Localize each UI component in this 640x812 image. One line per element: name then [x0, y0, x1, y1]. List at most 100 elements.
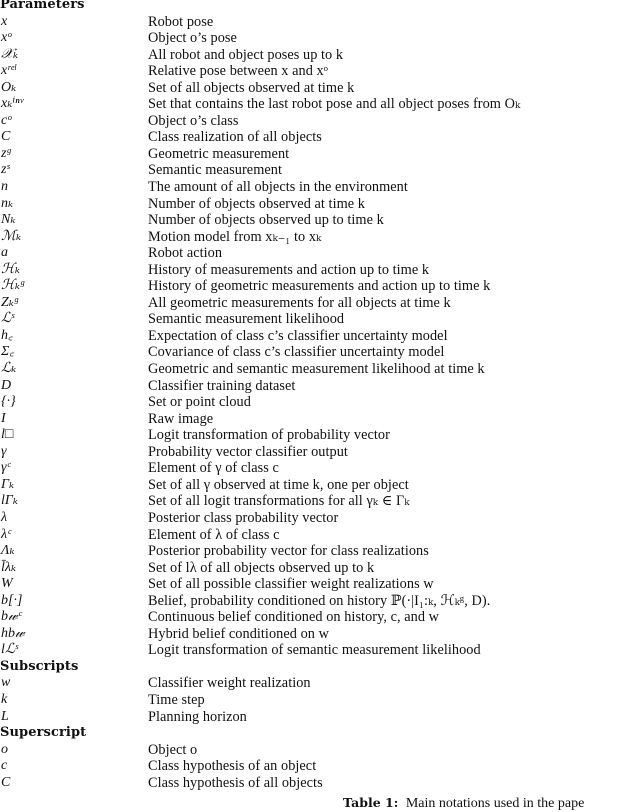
notation-symbol: D	[1, 377, 12, 393]
section-heading-superscript: Superscript	[0, 725, 87, 741]
notation-row: zᵍ Geometric measurement	[0, 146, 640, 163]
notation-description: Class hypothesis of an object	[148, 758, 317, 775]
notation-row: w Classifier weight realization	[0, 675, 640, 692]
notation-row: a Robot action	[0, 245, 640, 262]
notation-row: l̄λₖ Set of lλ of all objects observed up…	[0, 560, 640, 577]
notation-description: Number of objects observed up to time k	[148, 212, 384, 229]
notation-description: Object o’s class	[148, 112, 239, 129]
notation-description: Geometric and semantic measurement likel…	[148, 361, 485, 378]
notation-symbol: ℒˢ	[1, 311, 15, 327]
caption-text: Main notations used in the pape	[405, 796, 585, 811]
notation-description: Geometric measurement	[148, 145, 290, 162]
notation-symbol: xᵒ	[1, 30, 12, 46]
notation-row: ℒˢ Semantic measurement likelihood	[0, 311, 640, 328]
notation-symbol: zᵍ	[1, 145, 11, 161]
notation-description: Object o’s pose	[148, 30, 237, 47]
notation-row: hb𝓌 Hybrid belief conditioned on w	[0, 626, 640, 643]
notation-row: xᵒ Object o’s pose	[0, 30, 640, 47]
notation-description: Relative pose between x and xᵒ	[148, 63, 328, 80]
notation-symbol: cᵒ	[1, 112, 12, 128]
notation-row: zˢ Semantic measurement	[0, 162, 640, 179]
notation-symbol: xʳᵉˡ	[1, 63, 16, 79]
notation-symbol: γ	[1, 443, 7, 459]
notation-row: nₖ Number of objects observed at time k	[0, 196, 640, 213]
notation-row: x Robot pose	[0, 14, 640, 31]
notation-description: Posterior class probability vector	[148, 509, 339, 526]
notation-symbol: λᶜ	[1, 526, 11, 542]
notation-description: All robot and object poses up to k	[148, 46, 344, 63]
notation-symbol: L	[1, 708, 9, 724]
notation-symbol: C	[1, 129, 11, 145]
notation-symbol: Λₖ	[1, 543, 15, 559]
notation-description: Belief, probability conditioned on histo…	[148, 592, 491, 609]
notation-description: Element of γ of class c	[148, 460, 279, 477]
notation-table: Parameters x Robot pose xᵒ Object o’s pose 𝒳ₖ…	[0, 0, 640, 791]
notation-symbol: ℳₖ	[1, 228, 22, 244]
notation-symbol: n	[1, 179, 8, 195]
notation-description: Number of objects observed at time k	[148, 195, 365, 212]
notation-row: Γₖ Set of all γ observed at time k, one p…	[0, 477, 640, 494]
notation-row: C Class realization of all objects	[0, 129, 640, 146]
notation-description: Robot pose	[148, 13, 214, 30]
notation-row: n The amount of all objects in the enviro…	[0, 179, 640, 196]
notation-symbol: Nₖ	[1, 212, 16, 228]
notation-symbol: x	[1, 13, 8, 29]
notation-row: Σ꜀ Covariance of class c’s classifier unc…	[0, 344, 640, 361]
notation-row: cᵒ Object o’s class	[0, 113, 640, 130]
notation-symbol: l□	[1, 427, 14, 443]
notation-symbol: Σ꜀	[1, 344, 15, 360]
notation-symbol: lℒˢ	[1, 642, 18, 658]
notation-description: Time step	[148, 691, 205, 708]
notation-description: Set or point cloud	[148, 394, 251, 411]
notation-description: Logit transformation of semantic measure…	[148, 642, 481, 659]
notation-row: ℒₖ Geometric and semantic measurement lik…	[0, 361, 640, 378]
notation-symbol: Zₖᵍ	[1, 294, 18, 310]
notation-row: γᶜ Element of γ of class c	[0, 460, 640, 477]
notation-row: W Set of all possible classifier weight r…	[0, 576, 640, 593]
notation-description: Semantic measurement	[148, 162, 282, 179]
notation-description: Object o	[148, 741, 198, 758]
notation-symbol: zˢ	[1, 162, 10, 178]
notation-row: I Raw image	[0, 411, 640, 428]
notation-symbol: xₖⁱⁿᵛ	[1, 96, 24, 112]
section-heading-subscripts: Subscripts	[0, 658, 79, 674]
notation-description: Set of all logit transformations for all…	[148, 493, 410, 510]
notation-row: Zₖᵍ All geometric measurements for all ob…	[0, 295, 640, 312]
notation-symbol: W	[1, 576, 13, 592]
notation-description: Set of lλ of all objects observed up to …	[148, 559, 375, 576]
notation-symbol: C	[1, 774, 11, 790]
notation-description: Robot action	[148, 245, 223, 262]
notation-symbol: b𝓌ᶜ	[1, 609, 22, 625]
notation-description: Probability vector classifier output	[148, 443, 348, 460]
notation-symbol: I	[1, 410, 6, 426]
notation-row: Λₖ Posterior probability vector for class…	[0, 543, 640, 560]
notation-symbol: w	[1, 675, 11, 691]
notation-symbol: ℋₖ	[1, 261, 20, 277]
notation-row: {·} Set or point cloud	[0, 394, 640, 411]
notation-description: Expectation of class c’s classifier unce…	[148, 327, 448, 344]
notation-row: γ Probability vector classifier output	[0, 444, 640, 461]
notation-description: Set of all objects observed at time k	[148, 79, 355, 96]
notation-row: l□ Logit transformation of probability ve…	[0, 427, 640, 444]
notation-description: Element of λ of class c	[148, 526, 280, 543]
notation-symbol: 𝒳ₖ	[1, 46, 19, 62]
notation-description: Logit transformation of probability vect…	[148, 427, 390, 444]
notation-symbol: Oₖ	[1, 79, 17, 95]
notation-description: Semantic measurement likelihood	[148, 311, 345, 328]
notation-symbol: o	[1, 741, 8, 757]
notation-symbol: h꜀	[1, 327, 13, 343]
notation-description: Continuous belief conditioned on history…	[148, 609, 440, 626]
notation-row: λᶜ Element of λ of class c	[0, 527, 640, 544]
notation-row: k Time step	[0, 692, 640, 709]
notation-description: Set of all possible classifier weight re…	[148, 576, 434, 593]
table-caption: Table 1: Main notations used in the pape	[343, 795, 584, 812]
notation-symbol: ℒₖ	[1, 361, 17, 377]
notation-symbol: l̄λₖ	[1, 559, 17, 575]
notation-row: Oₖ Set of all objects observed at time k	[0, 80, 640, 97]
notation-symbol: k	[1, 691, 8, 707]
notation-symbol: c	[1, 758, 8, 774]
notation-row: o Object o	[0, 742, 640, 759]
notation-row: Nₖ Number of objects observed up to time …	[0, 212, 640, 229]
notation-symbol: nₖ	[1, 195, 14, 211]
notation-row: lΓₖ Set of all logit transformations for …	[0, 493, 640, 510]
